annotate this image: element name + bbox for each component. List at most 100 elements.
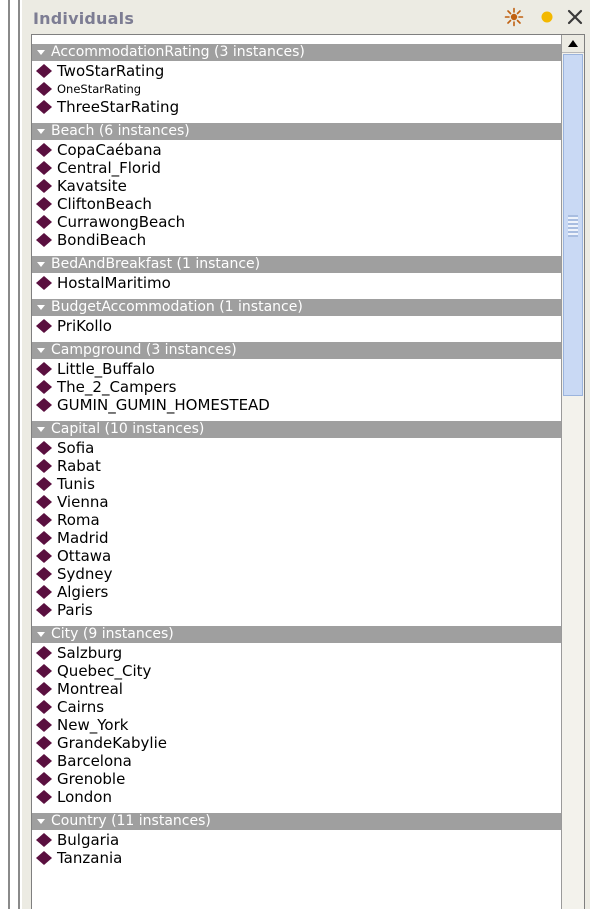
- individual-list-item[interactable]: Barcelona: [32, 752, 561, 770]
- individual-list-item[interactable]: Grenoble: [32, 770, 561, 788]
- individual-list-item[interactable]: Vienna: [32, 493, 561, 511]
- individual-list-item[interactable]: New_York: [32, 716, 561, 734]
- individual-diamond-icon: [35, 664, 53, 678]
- individual-list-item[interactable]: BondiBeach: [32, 231, 561, 249]
- individual-list-item[interactable]: Tanzania: [32, 849, 561, 867]
- individuals-panel: Individuals AccommodationRating (3 insta…: [22, 0, 590, 909]
- individual-name: Central_Florid: [57, 159, 161, 177]
- individual-diamond-icon: [35, 276, 53, 290]
- individual-name: Grenoble: [57, 770, 126, 788]
- individual-diamond-icon: [35, 833, 53, 847]
- individual-diamond-icon: [35, 549, 53, 563]
- individual-list-item[interactable]: CliftonBeach: [32, 195, 561, 213]
- individual-list-item[interactable]: Quebec_City: [32, 662, 561, 680]
- individual-list-item[interactable]: London: [32, 788, 561, 806]
- individual-list-item[interactable]: OneStarRating: [32, 80, 561, 98]
- individual-diamond-icon: [35, 197, 53, 211]
- individual-list-item[interactable]: Roma: [32, 511, 561, 529]
- individual-diamond-icon: [35, 64, 53, 78]
- individual-list-item[interactable]: GrandeKabylie: [32, 734, 561, 752]
- individual-name: Sydney: [57, 565, 113, 583]
- individual-list-item[interactable]: TwoStarRating: [32, 62, 561, 80]
- individual-list-item[interactable]: The_2_Campers: [32, 378, 561, 396]
- individual-diamond-icon: [35, 477, 53, 491]
- individual-name: Tunis: [57, 475, 95, 493]
- individual-diamond-icon: [35, 772, 53, 786]
- individual-name: CurrawongBeach: [57, 213, 186, 231]
- individual-name: Little_Buffalo: [57, 360, 155, 378]
- collapse-triangle-icon: [37, 262, 45, 267]
- class-group-header[interactable]: Country (11 instances): [32, 813, 561, 830]
- individual-list-item[interactable]: Rabat: [32, 457, 561, 475]
- class-group-header[interactable]: Campground (3 instances): [32, 342, 561, 359]
- individual-list-item[interactable]: Central_Florid: [32, 159, 561, 177]
- vertical-scrollbar[interactable]: [561, 35, 584, 909]
- delete-individual-button[interactable]: [535, 5, 559, 29]
- individual-name: HostalMaritimo: [57, 274, 171, 292]
- individual-diamond-icon: [35, 215, 53, 229]
- individual-name: Sofia: [57, 439, 95, 457]
- individual-list-item[interactable]: Montreal: [32, 680, 561, 698]
- individual-name: PriKollo: [57, 317, 112, 335]
- individual-list-item[interactable]: Tunis: [32, 475, 561, 493]
- scrollbar-thumb[interactable]: [563, 54, 583, 396]
- individual-list-item[interactable]: Sofia: [32, 439, 561, 457]
- class-group-label: BedAndBreakfast (1 instance): [51, 256, 261, 272]
- individual-diamond-icon: [35, 736, 53, 750]
- scrollbar-grip: [568, 215, 578, 237]
- individual-list-item[interactable]: PriKollo: [32, 317, 561, 335]
- individual-list-item[interactable]: CurrawongBeach: [32, 213, 561, 231]
- individual-list-item[interactable]: Madrid: [32, 529, 561, 547]
- class-group-header[interactable]: BedAndBreakfast (1 instance): [32, 256, 561, 273]
- individual-list-item[interactable]: Ottawa: [32, 547, 561, 565]
- add-individual-button[interactable]: [502, 5, 526, 29]
- individual-list-item[interactable]: ThreeStarRating: [32, 98, 561, 116]
- individual-diamond-icon: [35, 718, 53, 732]
- individual-diamond-icon: [35, 179, 53, 193]
- scroll-up-button[interactable]: [562, 35, 584, 53]
- individual-name: Quebec_City: [57, 662, 152, 680]
- individual-list-item[interactable]: Algiers: [32, 583, 561, 601]
- individual-list-item[interactable]: Cairns: [32, 698, 561, 716]
- collapse-triangle-icon: [37, 50, 45, 55]
- individual-list-item[interactable]: Salzburg: [32, 644, 561, 662]
- class-group-header[interactable]: Capital (10 instances): [32, 421, 561, 438]
- panel-title: Individuals: [33, 9, 135, 28]
- class-group-header[interactable]: City (9 instances): [32, 626, 561, 643]
- individual-name: Rabat: [57, 457, 101, 475]
- individual-diamond-icon: [35, 585, 53, 599]
- individuals-list: AccommodationRating (3 instances) TwoStar…: [32, 35, 561, 867]
- individual-diamond-icon: [35, 233, 53, 247]
- class-group-header[interactable]: Beach (6 instances): [32, 123, 561, 140]
- class-group-label: AccommodationRating (3 instances): [51, 44, 305, 60]
- individual-name: Algiers: [57, 583, 109, 601]
- individual-name: ThreeStarRating: [57, 98, 180, 116]
- individual-name: Cairns: [57, 698, 105, 716]
- close-panel-button[interactable]: [563, 5, 587, 29]
- individual-diamond-icon: [35, 100, 53, 114]
- individual-list-item[interactable]: Sydney: [32, 565, 561, 583]
- individual-diamond-icon: [35, 82, 53, 96]
- individual-name: Montreal: [57, 680, 123, 698]
- individual-list-item[interactable]: Little_Buffalo: [32, 360, 561, 378]
- individual-name: London: [57, 788, 112, 806]
- individual-list-item[interactable]: HostalMaritimo: [32, 274, 561, 292]
- individual-name: GUMIN_GUMIN_HOMESTEAD: [57, 396, 270, 414]
- individual-list-item[interactable]: GUMIN_GUMIN_HOMESTEAD: [32, 396, 561, 414]
- individual-diamond-icon: [35, 398, 53, 412]
- individual-list-item[interactable]: Paris: [32, 601, 561, 619]
- individual-diamond-icon: [35, 362, 53, 376]
- class-group-label: Beach (6 instances): [51, 123, 190, 139]
- individual-list-item[interactable]: Kavatsite: [32, 177, 561, 195]
- individual-diamond-icon: [35, 459, 53, 473]
- class-group-header[interactable]: AccommodationRating (3 instances): [32, 44, 561, 61]
- collapse-triangle-icon: [37, 632, 45, 637]
- individual-list-item[interactable]: Bulgaria: [32, 831, 561, 849]
- individual-name: Roma: [57, 511, 100, 529]
- individual-list-item[interactable]: CopaCaébana: [32, 141, 561, 159]
- individual-name: The_2_Campers: [57, 378, 177, 396]
- individual-name: Bulgaria: [57, 831, 120, 849]
- class-group-header[interactable]: BudgetAccommodation (1 instance): [32, 299, 561, 316]
- scroll-up-arrow-icon: [568, 40, 578, 47]
- individual-name: New_York: [57, 716, 129, 734]
